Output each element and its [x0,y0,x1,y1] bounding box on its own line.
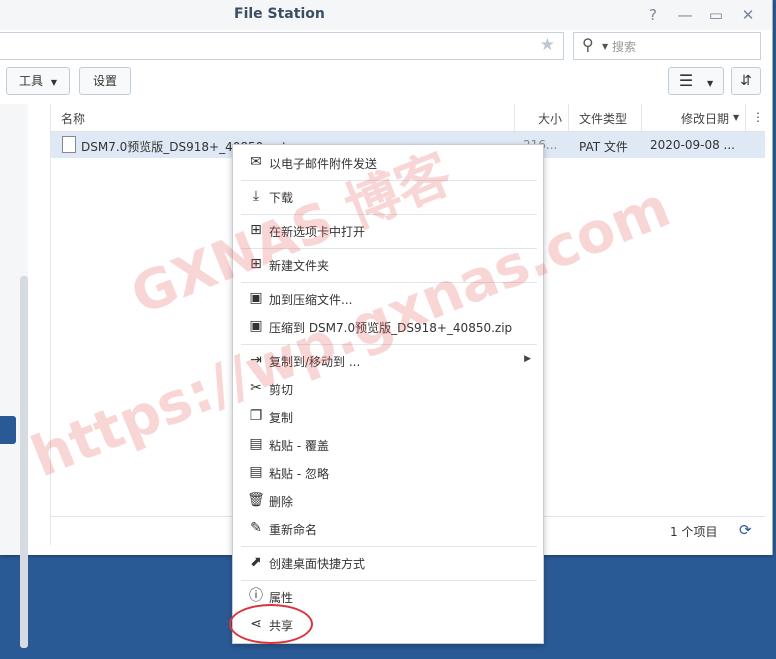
copy-icon: ❐ [249,408,263,424]
menu-item-new-folder[interactable]: ⊞ 新建文件夹 [233,252,543,278]
menu-item-label: 剪切 [269,383,294,397]
menu-item-rename[interactable]: ✎ 重新命名 [233,516,543,542]
copy-move-icon: ⇥ [250,352,262,368]
file-icon [62,136,76,153]
menu-item-label: 复制到/移动到 ... [269,355,361,369]
window-title: File Station [234,6,325,22]
download-icon: ⤓ [252,188,260,204]
menu-item-email[interactable]: ✉ 以电子邮件附件发送 [233,150,543,176]
file-type: PAT 文件 [579,140,628,154]
menu-item-label: 新建文件夹 [269,259,330,273]
menu-item-label: 粘贴 - 忽略 [269,467,329,481]
menu-divider [241,344,537,345]
sort-button[interactable]: ⇵ [731,67,761,95]
mail-icon: ✉ [250,154,262,170]
menu-item-label: 加到压缩文件... [269,293,353,307]
sort-desc-icon: ▼ [733,113,740,122]
column-divider [514,104,515,131]
column-modified[interactable]: 修改日期 [681,110,729,127]
highlight-circle [229,604,313,644]
menu-item-download[interactable]: ⤓ 下载 [233,184,543,210]
scrollbar[interactable] [20,276,28,648]
archive-icon: ▣ [249,290,263,306]
menu-item-delete[interactable]: 🗑 删除 [233,488,543,514]
folder-tree-panel [0,104,28,648]
context-menu: ✉ 以电子邮件附件发送 ⤓ 下载 ⊞ 在新选项卡中打开 ⊞ 新建文件夹 ▣ 加到… [229,144,544,644]
menu-divider [241,546,537,547]
chevron-down-icon: ▼ [50,78,57,87]
refresh-icon[interactable]: ⟳ [739,521,752,539]
menu-item-label: 在新选项卡中打开 [269,225,366,239]
maximize-icon[interactable]: ▭ [705,5,727,25]
view-mode-button[interactable]: ☰ ▼ [668,67,724,95]
column-name[interactable]: 名称 [61,110,85,127]
search-icon: ⚲ [582,35,594,54]
menu-item-label: 压缩到 DSM7.0预览版_DS918+_40850.zip [269,321,513,335]
compress-icon: ▣ [249,318,263,334]
menu-divider [241,214,537,215]
close-icon[interactable]: ✕ [737,5,759,25]
minimize-icon[interactable]: — [674,5,696,25]
menu-item-label: 粘贴 - 覆盖 [269,439,329,453]
item-count: 1 个项目 [670,525,718,539]
column-type[interactable]: 文件类型 [579,110,627,127]
info-icon: ⓘ [249,588,263,604]
menu-item-share[interactable]: ⋖ 共享 [229,604,543,644]
menu-item-label: 下载 [269,191,294,205]
column-divider [568,104,569,131]
submenu-arrow-icon: ▶ [524,354,531,364]
menu-item-label: 重新命名 [269,523,318,537]
menu-divider [241,248,537,249]
new-folder-icon: ⊞ [250,256,262,272]
column-options-icon[interactable]: ⋮ [752,110,764,124]
sort-icon: ⇵ [740,73,752,89]
selected-folder-marker[interactable] [0,416,16,444]
menu-item-copy[interactable]: ❐ 复制 [233,404,543,430]
menu-item-paste-overwrite[interactable]: ▤ 粘贴 - 覆盖 [233,432,543,458]
pencil-icon: ✎ [250,520,262,536]
column-divider [641,104,642,131]
menu-item-cut[interactable]: ✂ 剪切 [233,376,543,402]
settings-button[interactable]: 设置 [79,67,131,95]
list-view-icon: ☰ [678,71,694,90]
menu-item-label: 以电子邮件附件发送 [269,157,378,171]
menu-divider [241,180,537,181]
menu-item-add-archive[interactable]: ▣ 加到压缩文件... [233,286,543,312]
scissors-icon: ✂ [250,380,262,396]
menu-item-label: 删除 [269,495,294,509]
shortcut-icon: ⬈ [250,554,262,570]
menu-item-open-new-tab[interactable]: ⊞ 在新选项卡中打开 [233,218,543,244]
help-icon[interactable]: ? [642,5,664,25]
paste-icon: ▤ [249,464,263,480]
search-box[interactable]: ⚲ ▼ 搜索 [573,32,761,60]
favorite-star-icon[interactable]: ★ [540,35,555,55]
menu-item-paste-skip[interactable]: ▤ 粘贴 - 忽略 [233,460,543,486]
column-header: 名称 大小 文件类型 修改日期 ▼ ⋮ [51,104,765,132]
tools-label: 工具 [19,74,44,88]
search-input[interactable]: 搜索 [612,38,636,55]
tools-button[interactable]: 工具 ▼ [6,67,70,95]
path-bar[interactable]: ★ [0,32,564,60]
column-size[interactable]: 大小 [538,110,562,127]
trash-icon: 🗑 [247,492,265,508]
menu-item-label: 创建桌面快捷方式 [269,557,366,571]
paste-icon: ▤ [249,436,263,452]
settings-label: 设置 [92,74,117,88]
file-modified: 2020-09-08 ... [650,138,735,152]
menu-divider [241,282,537,283]
menu-item-desktop-shortcut[interactable]: ⬈ 创建桌面快捷方式 [233,550,543,576]
column-divider [745,104,746,131]
menu-item-compress-to[interactable]: ▣ 压缩到 DSM7.0预览版_DS918+_40850.zip [233,314,543,340]
chevron-down-icon[interactable]: ▼ [602,42,608,51]
menu-item-label: 复制 [269,411,294,425]
menu-item-copy-move-to[interactable]: ⇥ 复制到/移动到 ... ▶ [233,348,543,374]
menu-divider [241,580,537,581]
chevron-down-icon: ▼ [707,79,714,88]
new-tab-icon: ⊞ [250,222,262,238]
title-bar: File Station ? — ▭ ✕ [0,0,772,30]
